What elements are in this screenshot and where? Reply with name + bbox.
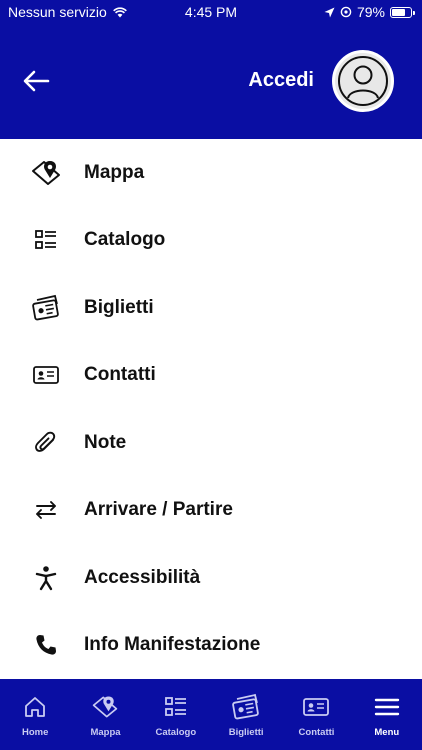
- phone-icon: [30, 629, 62, 661]
- main-menu: Mappa Catalogo Biglietti Contatti Note A…: [0, 139, 422, 679]
- menu-item-contatti[interactable]: Contatti: [0, 342, 422, 410]
- accessibility-icon: [30, 562, 62, 594]
- list-icon: [161, 693, 191, 721]
- tab-label: Catalogo: [155, 727, 197, 738]
- menu-item-label: Mappa: [84, 161, 145, 183]
- contact-card-icon: [30, 359, 62, 391]
- menu-item-biglietti[interactable]: Biglietti: [0, 274, 422, 342]
- map-pin-icon: [90, 693, 120, 721]
- alarm-icon: [340, 6, 352, 18]
- battery-icon: [390, 6, 415, 18]
- swap-arrows-icon: [30, 494, 62, 526]
- tab-mappa[interactable]: Mappa: [70, 679, 140, 750]
- app-header: Nessun servizio 4:45 PM 79% Accedi: [0, 0, 422, 139]
- paperclip-icon: [30, 427, 62, 459]
- tab-label: Menu: [374, 727, 400, 738]
- menu-item-mappa[interactable]: Mappa: [0, 139, 422, 207]
- location-arrow-icon: [324, 7, 335, 17]
- tab-label: Biglietti: [228, 727, 264, 738]
- battery-percent: 79%: [356, 4, 385, 20]
- tab-home[interactable]: Home: [0, 679, 70, 750]
- login-button[interactable]: Accedi: [248, 69, 314, 92]
- map-pin-icon: [30, 157, 62, 189]
- menu-item-label: Arrivare / Partire: [84, 499, 233, 521]
- menu-item-info-manifestazione[interactable]: Info Manifestazione: [0, 612, 422, 680]
- menu-item-label: Accessibilità: [84, 566, 201, 588]
- menu-item-label: Note: [84, 431, 127, 453]
- tickets-icon: [231, 693, 261, 721]
- tab-biglietti[interactable]: Biglietti: [211, 679, 281, 750]
- status-right: 79%: [324, 4, 415, 20]
- menu-item-catalogo[interactable]: Catalogo: [0, 207, 422, 275]
- bottom-tab-bar: Home Mappa Catalogo Biglietti Contatti M…: [0, 679, 422, 750]
- tab-label: Home: [21, 727, 49, 738]
- list-icon: [30, 224, 62, 256]
- menu-item-arrivare-partire[interactable]: Arrivare / Partire: [0, 477, 422, 545]
- tab-contatti[interactable]: Contatti: [281, 679, 351, 750]
- hamburger-icon: [372, 693, 402, 721]
- user-avatar-icon[interactable]: [332, 50, 394, 112]
- tab-menu[interactable]: Menu: [352, 679, 422, 750]
- arrow-left-icon[interactable]: [22, 68, 50, 94]
- status-bar: Nessun servizio 4:45 PM 79%: [0, 0, 422, 24]
- menu-item-accessibilita[interactable]: Accessibilità: [0, 544, 422, 612]
- menu-item-label: Contatti: [84, 364, 156, 386]
- menu-item-label: Catalogo: [84, 229, 166, 251]
- tab-label: Mappa: [90, 727, 121, 738]
- tab-catalogo[interactable]: Catalogo: [141, 679, 211, 750]
- tab-label: Contatti: [298, 727, 335, 738]
- contact-card-icon: [301, 693, 331, 721]
- battery-fill: [392, 8, 405, 16]
- menu-item-label: Info Manifestazione: [84, 634, 261, 656]
- tickets-icon: [30, 292, 62, 324]
- home-icon: [20, 693, 50, 721]
- menu-item-note[interactable]: Note: [0, 409, 422, 477]
- menu-item-label: Biglietti: [84, 296, 154, 318]
